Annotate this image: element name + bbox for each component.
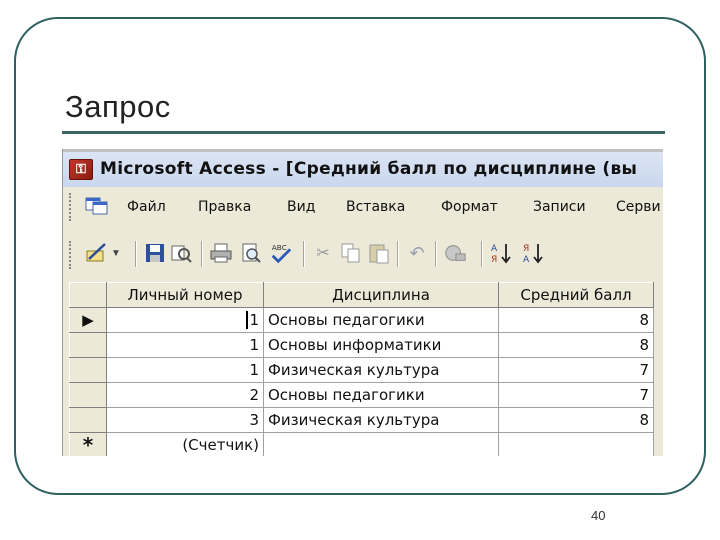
current-record-icon[interactable]: ▶ xyxy=(69,307,107,333)
cell-discipline[interactable]: Физическая культура xyxy=(263,357,499,383)
svg-text:А: А xyxy=(523,255,530,265)
datasheet-grid: Личный номер Дисциплина Средний балл ▶ 1… xyxy=(69,282,659,456)
dropdown-arrow-icon[interactable]: ▼ xyxy=(109,241,123,265)
menu-file[interactable]: Файл xyxy=(127,199,166,215)
table-row[interactable]: 1 Физическая культура 7 xyxy=(69,357,654,383)
paste-icon[interactable] xyxy=(367,241,391,265)
access-screenshot: ⚿ Microsoft Access - [Средний балл по ди… xyxy=(62,149,663,456)
cell-id[interactable]: 2 xyxy=(106,382,264,408)
title-divider xyxy=(62,131,665,134)
svg-text:Я: Я xyxy=(523,244,529,254)
menu-tools[interactable]: Серви xyxy=(616,199,661,215)
new-record-row[interactable]: * (Счетчик) xyxy=(69,432,654,456)
toolbar-separator xyxy=(135,241,137,267)
toolbar-separator xyxy=(303,241,305,267)
cell-discipline[interactable]: Основы педагогики xyxy=(263,382,499,408)
record-selector[interactable] xyxy=(69,332,107,358)
table-row[interactable]: 3 Физическая культура 8 xyxy=(69,407,654,433)
new-record-icon[interactable]: * xyxy=(69,432,107,456)
record-selector[interactable] xyxy=(69,357,107,383)
cell-score[interactable]: 7 xyxy=(498,357,654,383)
toolbar: ▼ ABC ✂ ↶ АЯ Я А xyxy=(63,227,663,279)
menu-insert[interactable]: Вставка xyxy=(346,199,405,215)
cell-id[interactable]: 1 xyxy=(106,357,264,383)
save-icon[interactable] xyxy=(143,241,167,265)
cell-score[interactable]: 8 xyxy=(498,332,654,358)
cell-id-value: 1 xyxy=(249,310,259,329)
record-selector[interactable] xyxy=(69,407,107,433)
toolbar-separator xyxy=(435,241,437,267)
menu-edit[interactable]: Правка xyxy=(198,199,251,215)
cell-id-new[interactable]: (Счетчик) xyxy=(106,432,264,456)
copy-icon[interactable] xyxy=(339,241,363,265)
column-header-score[interactable]: Средний балл xyxy=(498,282,654,308)
svg-text:А: А xyxy=(491,244,498,254)
print-icon[interactable] xyxy=(209,241,233,265)
menu-bar: Файл Правка Вид Вставка Формат Записи Се… xyxy=(63,187,663,228)
cell-id[interactable]: 1 xyxy=(106,332,264,358)
cell-id[interactable]: 3 xyxy=(106,407,264,433)
toolbar-grip[interactable] xyxy=(69,241,74,269)
window-titlebar: ⚿ Microsoft Access - [Средний балл по ди… xyxy=(63,149,663,187)
window-title: Microsoft Access - [Средний балл по дисц… xyxy=(100,159,638,179)
design-view-icon[interactable] xyxy=(85,241,109,265)
select-all-corner[interactable] xyxy=(69,282,107,308)
print-preview-icon[interactable] xyxy=(239,241,263,265)
cell-discipline[interactable]: Основы информатики xyxy=(263,332,499,358)
spelling-icon[interactable]: ABC xyxy=(269,241,293,265)
svg-text:Я: Я xyxy=(491,255,497,265)
sort-ascending-icon[interactable]: АЯ xyxy=(489,241,513,265)
cell-score[interactable]: 7 xyxy=(498,382,654,408)
column-header-id[interactable]: Личный номер xyxy=(106,282,264,308)
column-header-discipline[interactable]: Дисциплина xyxy=(263,282,499,308)
cell-score[interactable]: 8 xyxy=(498,407,654,433)
cell-discipline[interactable]: Основы педагогики xyxy=(263,307,499,333)
cell-score-new[interactable] xyxy=(498,432,654,456)
menu-records[interactable]: Записи xyxy=(533,199,586,215)
cell-discipline-new[interactable] xyxy=(263,432,499,456)
svg-text:ABC: ABC xyxy=(272,243,287,252)
menu-format[interactable]: Формат xyxy=(441,199,498,215)
header-row: Личный номер Дисциплина Средний балл xyxy=(69,282,654,308)
slide-title: Запрос xyxy=(65,89,171,124)
toolbar-separator xyxy=(201,241,203,267)
cell-discipline[interactable]: Физическая культура xyxy=(263,407,499,433)
menubar-grip[interactable] xyxy=(69,193,74,221)
toolbar-separator xyxy=(397,241,399,267)
cell-id[interactable]: 1 xyxy=(106,307,264,333)
undo-icon[interactable]: ↶ xyxy=(405,241,429,265)
table-row[interactable]: 1 Основы информатики 8 xyxy=(69,332,654,358)
menu-view[interactable]: Вид xyxy=(287,199,315,215)
web-icon[interactable] xyxy=(443,241,467,265)
search-icon[interactable] xyxy=(169,241,193,265)
table-row[interactable]: ▶ 1 Основы педагогики 8 xyxy=(69,307,654,333)
record-selector[interactable] xyxy=(69,382,107,408)
table-row[interactable]: 2 Основы педагогики 7 xyxy=(69,382,654,408)
cut-icon[interactable]: ✂ xyxy=(311,241,335,265)
cell-score[interactable]: 8 xyxy=(498,307,654,333)
toolbar-separator xyxy=(481,241,483,267)
sort-descending-icon[interactable]: ЯА xyxy=(521,241,545,265)
database-window-icon[interactable] xyxy=(85,196,109,216)
page-number: 40 xyxy=(591,508,606,523)
access-key-icon: ⚿ xyxy=(69,159,93,180)
